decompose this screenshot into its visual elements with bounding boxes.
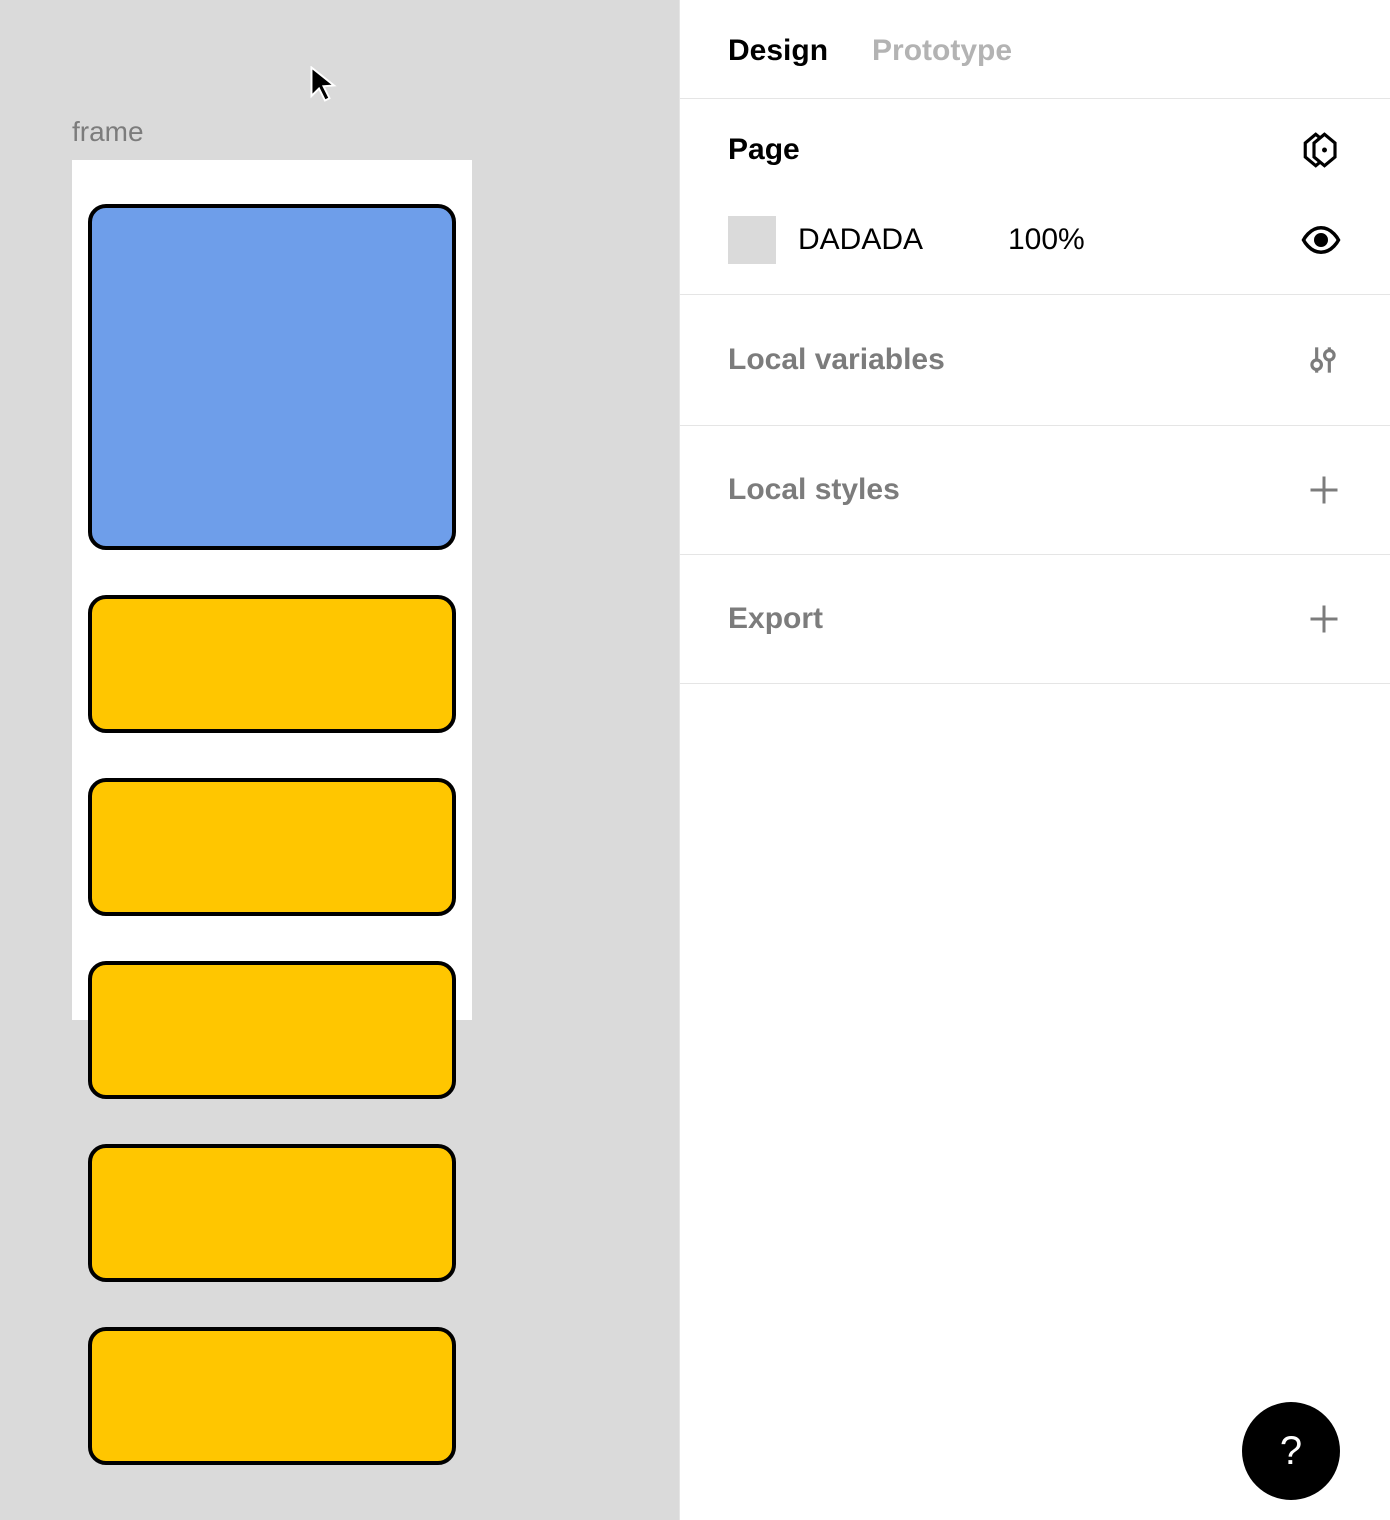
inspector-tabs: Design Prototype	[680, 0, 1390, 99]
plus-icon[interactable]	[1306, 601, 1342, 637]
fill-hex[interactable]: DADADA	[798, 223, 1008, 257]
canvas-shape-yellow[interactable]	[88, 778, 456, 916]
canvas-shape-yellow[interactable]	[88, 595, 456, 733]
help-button[interactable]: ?	[1242, 1402, 1340, 1500]
shape-stack	[88, 204, 456, 1465]
variable-icon[interactable]	[1300, 129, 1342, 171]
canvas-shape-yellow[interactable]	[88, 961, 456, 1099]
tab-design[interactable]: Design	[728, 34, 828, 68]
canvas-shape-yellow[interactable]	[88, 1144, 456, 1282]
local-variables-section: Local variables	[680, 295, 1390, 426]
settings-sliders-icon[interactable]	[1304, 341, 1342, 379]
frame-label[interactable]: frame	[72, 116, 144, 148]
canvas-shape-yellow[interactable]	[88, 1327, 456, 1465]
local-styles-title: Local styles	[728, 473, 900, 507]
fill-swatch[interactable]	[728, 216, 776, 264]
page-section: Page DADADA 100%	[680, 99, 1390, 295]
plus-icon[interactable]	[1306, 472, 1342, 508]
fill-opacity[interactable]: 100%	[1008, 223, 1085, 257]
visibility-toggle[interactable]	[1300, 219, 1342, 261]
canvas[interactable]: frame	[0, 0, 680, 1520]
local-variables-title: Local variables	[728, 343, 945, 377]
app-root: frame Design Prototype Page	[0, 0, 1390, 1520]
canvas-shape-blue[interactable]	[88, 204, 456, 550]
cursor-icon	[310, 66, 340, 107]
export-section: Export	[680, 555, 1390, 684]
tab-prototype[interactable]: Prototype	[872, 34, 1012, 68]
local-styles-section: Local styles	[680, 426, 1390, 555]
page-section-title: Page	[728, 133, 800, 167]
inspector-panel: Design Prototype Page DADADA 100%	[680, 0, 1390, 1520]
export-title: Export	[728, 602, 823, 636]
page-fill-row: DADADA 100%	[728, 216, 1342, 264]
